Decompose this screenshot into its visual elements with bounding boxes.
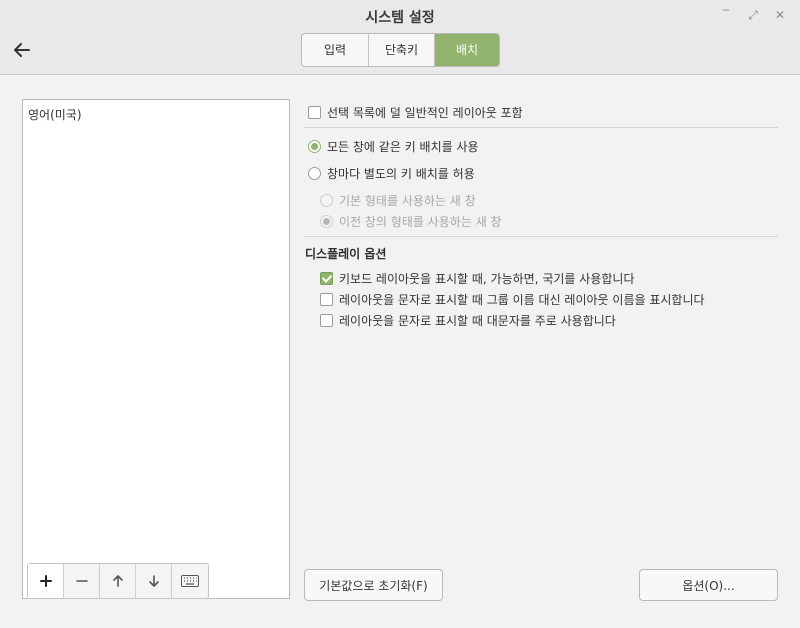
option-label: 키보드 레이아웃을 표시할 때, 가능하면, 국기를 사용합니다 bbox=[339, 272, 635, 286]
divider bbox=[304, 127, 778, 128]
tab-shortcuts[interactable]: 단축키 bbox=[369, 34, 435, 66]
checkbox-box bbox=[320, 272, 333, 285]
list-item[interactable]: 영어(미국) bbox=[28, 106, 82, 123]
close-icon[interactable]: ✕ bbox=[771, 6, 789, 24]
add-layout-button[interactable] bbox=[28, 564, 64, 598]
option-label: 창마다 별도의 키 배치를 허용 bbox=[327, 167, 475, 181]
window-title: 시스템 설정 bbox=[365, 10, 435, 26]
new-window-previous-radio: 이전 창의 형태를 사용하는 새 창 bbox=[320, 213, 502, 230]
page-tabs: 입력 단축키 배치 bbox=[301, 33, 500, 67]
radio-circle bbox=[320, 215, 333, 228]
title-bar: 시스템 설정 ‾ ⤢ ✕ 입력 단축키 배치 bbox=[0, 0, 800, 75]
include-uncommon-checkbox[interactable]: 선택 목록에 덜 일반적인 레이아웃 포함 bbox=[308, 104, 523, 121]
arrow-up-icon bbox=[112, 575, 123, 587]
back-arrow-icon bbox=[14, 43, 30, 57]
option-label: 이전 창의 형태를 사용하는 새 창 bbox=[339, 215, 502, 229]
checkbox-box bbox=[308, 106, 321, 119]
per-window-radio[interactable]: 창마다 별도의 키 배치를 허용 bbox=[308, 165, 475, 182]
option-label: 선택 목록에 덜 일반적인 레이아웃 포함 bbox=[327, 106, 523, 120]
same-layout-radio[interactable]: 모든 창에 같은 키 배치를 사용 bbox=[308, 138, 479, 155]
radio-circle bbox=[308, 140, 321, 153]
radio-circle bbox=[320, 194, 333, 207]
checkbox-box bbox=[320, 293, 333, 306]
display-options-title: 디스플레이 옵션 bbox=[305, 247, 387, 261]
remove-layout-button[interactable] bbox=[64, 564, 100, 598]
tab-input[interactable]: 입력 bbox=[302, 34, 369, 66]
option-label: 기본 형태를 사용하는 새 창 bbox=[339, 194, 476, 208]
maximize-icon[interactable]: ⤢ bbox=[744, 6, 762, 24]
options-button[interactable]: 옵션(O)... bbox=[639, 569, 778, 601]
checkbox-box bbox=[320, 314, 333, 327]
minus-icon bbox=[75, 580, 88, 582]
option-label: 레이아웃을 문자로 표시할 때 대문자를 주로 사용합니다 bbox=[339, 314, 616, 328]
show-keyboard-layout-button[interactable] bbox=[172, 564, 208, 598]
reset-defaults-button[interactable]: 기본값으로 초기화(F) bbox=[304, 569, 443, 601]
move-up-button[interactable] bbox=[100, 564, 136, 598]
list-toolbar bbox=[27, 563, 209, 599]
option-label: 모든 창에 같은 키 배치를 사용 bbox=[327, 140, 479, 154]
tab-layouts[interactable]: 배치 bbox=[435, 34, 499, 66]
arrow-down-icon bbox=[148, 575, 159, 587]
keyboard-icon bbox=[181, 575, 199, 587]
option-label: 레이아웃을 문자로 표시할 때 그룹 이름 대신 레이아웃 이름을 표시합니다 bbox=[339, 293, 705, 307]
show-layout-names-checkbox[interactable]: 레이아웃을 문자로 표시할 때 그룹 이름 대신 레이아웃 이름을 표시합니다 bbox=[320, 291, 705, 308]
new-window-default-radio: 기본 형태를 사용하는 새 창 bbox=[320, 192, 476, 209]
layouts-list[interactable]: 영어(미국) bbox=[22, 99, 290, 599]
divider bbox=[304, 236, 778, 237]
move-down-button[interactable] bbox=[136, 564, 172, 598]
back-button[interactable] bbox=[10, 39, 34, 61]
minimize-icon[interactable]: ‾ bbox=[717, 6, 735, 24]
show-flags-checkbox[interactable]: 키보드 레이아웃을 표시할 때, 가능하면, 국기를 사용합니다 bbox=[320, 270, 634, 287]
use-uppercase-checkbox[interactable]: 레이아웃을 문자로 표시할 때 대문자를 주로 사용합니다 bbox=[320, 312, 616, 329]
radio-circle bbox=[308, 167, 321, 180]
plus-icon bbox=[39, 575, 52, 587]
